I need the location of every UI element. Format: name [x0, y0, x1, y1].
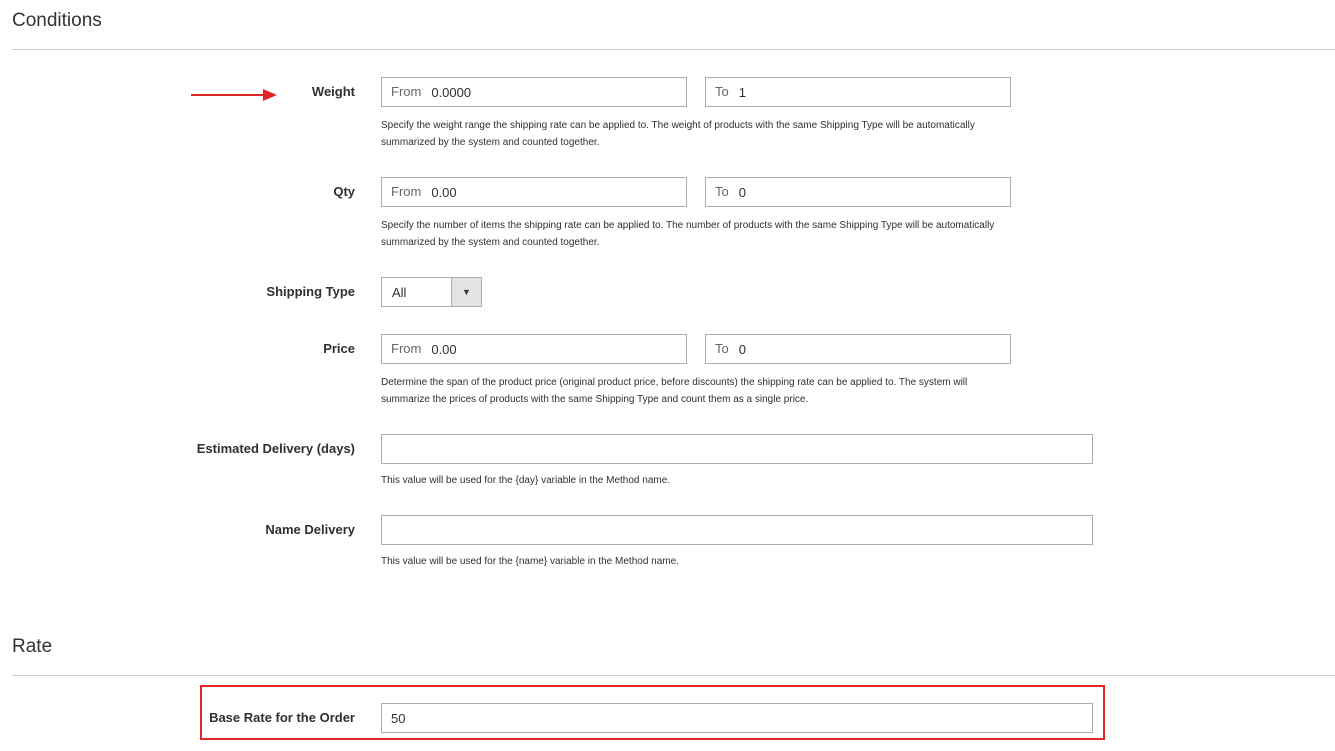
- base-rate-input[interactable]: 50: [381, 703, 1093, 733]
- price-to-prefix: To: [715, 340, 729, 356]
- price-label: Price: [323, 341, 355, 356]
- weight-note: Specify the weight range the shipping ra…: [381, 117, 975, 151]
- price-from-prefix: From: [391, 340, 422, 356]
- price-note-line2: summarize the prices of products with th…: [381, 394, 809, 405]
- name-delivery-label: Name Delivery: [265, 522, 355, 537]
- qty-note-line1: Specify the number of items the shipping…: [381, 220, 995, 231]
- weight-to-input[interactable]: To 1: [705, 77, 1011, 107]
- rate-divider: [12, 675, 1335, 676]
- rate-title: Rate: [12, 636, 53, 657]
- price-note: Determine the span of the product price …: [381, 374, 967, 408]
- shipping-type-value: All: [392, 284, 407, 300]
- qty-from-input[interactable]: From 0.00: [381, 177, 687, 207]
- price-to-input[interactable]: To 0: [705, 334, 1011, 364]
- qty-from-value: 0.00: [431, 184, 457, 200]
- weight-to-prefix: To: [715, 83, 729, 99]
- qty-note-line2: summarized by the system and counted tog…: [381, 237, 600, 248]
- price-to-value: 0: [738, 341, 746, 357]
- price-from-input[interactable]: From 0.00: [381, 334, 687, 364]
- qty-to-value: 0: [738, 184, 746, 200]
- shipping-type-select[interactable]: All ▼: [381, 277, 482, 307]
- weight-from-prefix: From: [391, 83, 422, 99]
- qty-to-prefix: To: [715, 183, 729, 199]
- weight-to-value: 1: [738, 84, 746, 100]
- conditions-title: Conditions: [12, 10, 102, 31]
- weight-from-input[interactable]: From 0.0000: [381, 77, 687, 107]
- weight-from-value: 0.0000: [431, 84, 472, 100]
- name-delivery-note: This value will be used for the {name} v…: [381, 556, 679, 567]
- estimated-delivery-note: This value will be used for the {day} va…: [381, 475, 671, 486]
- qty-from-prefix: From: [391, 183, 422, 199]
- estimated-delivery-input[interactable]: [381, 434, 1093, 464]
- base-rate-label: Base Rate for the Order: [209, 710, 355, 725]
- chevron-down-icon[interactable]: ▼: [451, 278, 481, 306]
- name-delivery-input[interactable]: [381, 515, 1093, 545]
- conditions-divider: [12, 49, 1335, 50]
- qty-to-input[interactable]: To 0: [705, 177, 1011, 207]
- shipping-type-label: Shipping Type: [266, 284, 355, 299]
- base-rate-value: 50: [391, 710, 406, 726]
- qty-label: Qty: [333, 184, 355, 199]
- estimated-delivery-label: Estimated Delivery (days): [196, 441, 355, 456]
- weight-note-line1: Specify the weight range the shipping ra…: [381, 120, 975, 131]
- qty-note: Specify the number of items the shipping…: [381, 217, 994, 251]
- weight-label: Weight: [311, 84, 355, 99]
- price-from-value: 0.00: [431, 341, 457, 357]
- price-note-line1: Determine the span of the product price …: [381, 377, 968, 388]
- weight-note-line2: summarized by the system and counted tog…: [381, 137, 600, 148]
